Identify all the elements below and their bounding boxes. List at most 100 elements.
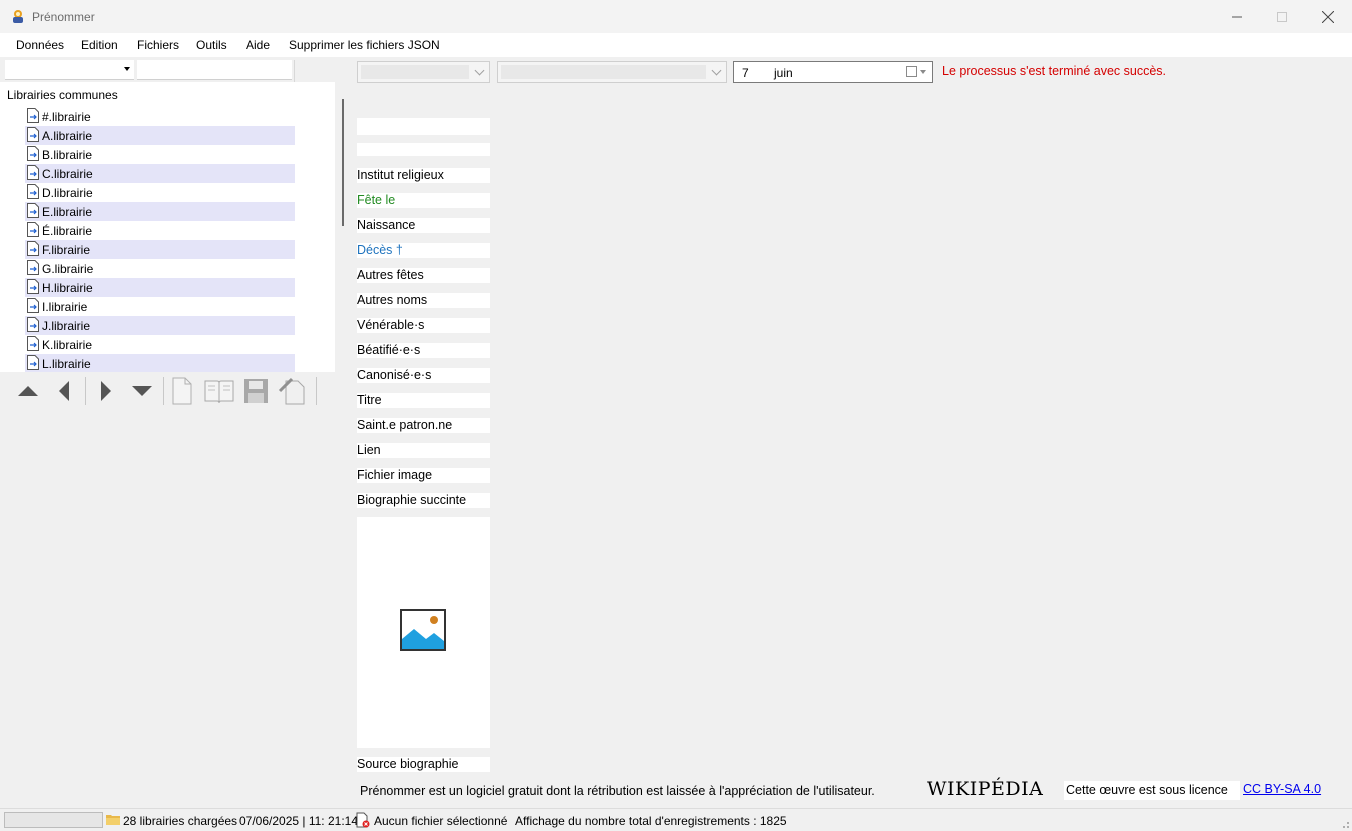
- tree-item[interactable]: B.librairie: [25, 145, 295, 164]
- tree-item-label: K.librairie: [42, 338, 93, 352]
- records-count: Affichage du nombre total d'enregistreme…: [515, 814, 787, 828]
- new-file-icon: [172, 377, 192, 405]
- field-label[interactable]: Institut religieux: [357, 168, 490, 183]
- tree-item[interactable]: F.librairie: [25, 240, 295, 259]
- name-select[interactable]: [497, 61, 727, 83]
- next-button[interactable]: [89, 375, 123, 407]
- progress-bar: [4, 812, 103, 828]
- close-icon: [1322, 10, 1334, 23]
- field-label[interactable]: Titre: [357, 393, 490, 408]
- field-label[interactable]: Saint.e patron.ne: [357, 418, 490, 433]
- tree-item[interactable]: J.librairie: [25, 316, 295, 335]
- resize-grip-icon[interactable]: [1340, 819, 1350, 829]
- library-file-icon: [27, 146, 39, 161]
- tree-item[interactable]: K.librairie: [25, 335, 295, 354]
- field-label[interactable]: Vénérable·s: [357, 318, 490, 333]
- wikipedia-logo[interactable]: WIKIPÉDIA: [927, 778, 1043, 800]
- menu-edition[interactable]: Edition: [81, 38, 118, 52]
- library-file-icon: [27, 127, 39, 142]
- arrow-up-icon: [18, 386, 38, 396]
- field-label[interactable]: Autres noms: [357, 293, 490, 308]
- library-file-icon: [27, 184, 39, 199]
- license-link[interactable]: CC BY-SA 4.0: [1243, 782, 1321, 796]
- previous-button[interactable]: [47, 375, 81, 407]
- field-label[interactable]: Autres fêtes: [357, 268, 490, 283]
- toolbar-separator: [316, 377, 317, 405]
- chevron-down-icon: [711, 65, 722, 76]
- new-file-button[interactable]: [165, 375, 199, 407]
- menu-donnees[interactable]: Données: [16, 38, 64, 52]
- date-picker[interactable]: 7 juin: [733, 61, 933, 83]
- tree-item-label: É.librairie: [42, 224, 93, 238]
- minimize-icon: [1232, 16, 1242, 17]
- app-icon: [13, 10, 23, 23]
- tree-item-label: F.librairie: [42, 243, 91, 257]
- tree-item[interactable]: É.librairie: [25, 221, 295, 240]
- tree-item[interactable]: E.librairie: [25, 202, 295, 221]
- image-preview: [357, 517, 490, 748]
- select-value: [501, 65, 706, 79]
- tree-item[interactable]: L.librairie: [25, 354, 295, 372]
- edit-file-button[interactable]: [276, 375, 310, 407]
- title-bar: Prénommer: [0, 0, 1352, 33]
- toolbar-separator: [163, 377, 164, 405]
- field-label[interactable]: Biographie succinte: [357, 493, 490, 508]
- menu-supprimer-json[interactable]: Supprimer les fichiers JSON: [289, 38, 440, 52]
- tree-item-label: L.librairie: [42, 357, 91, 371]
- libraries-loaded-count: 28 librairies chargées: [123, 814, 238, 828]
- library-search-input[interactable]: [137, 60, 292, 80]
- footer-notice: Prénommer est un logiciel gratuit dont l…: [360, 784, 875, 798]
- save-button[interactable]: [239, 375, 273, 407]
- tree-item-label: #.librairie: [42, 110, 91, 124]
- move-down-button[interactable]: [125, 375, 159, 407]
- library-filter-dropdown[interactable]: [5, 60, 134, 80]
- tree-item[interactable]: G.librairie: [25, 259, 295, 278]
- library-file-icon: [27, 355, 39, 370]
- library-file-icon: [27, 241, 39, 256]
- folder-icon: [106, 815, 120, 825]
- library-file-icon: [27, 108, 39, 123]
- menu-bar: Données Edition Fichiers Outils Aide Sup…: [0, 33, 1352, 57]
- tree-item[interactable]: H.librairie: [25, 278, 295, 297]
- field-label[interactable]: Naissance: [357, 218, 490, 233]
- tree-item[interactable]: #.librairie: [25, 107, 295, 126]
- close-button[interactable]: [1305, 0, 1351, 33]
- field-label[interactable]: Béatifié·e·s: [357, 343, 490, 358]
- library-file-icon: [27, 298, 39, 313]
- tree-item[interactable]: A.librairie: [25, 126, 295, 145]
- tree-item[interactable]: D.librairie: [25, 183, 295, 202]
- field-label[interactable]: Fichier image: [357, 468, 490, 483]
- name-field[interactable]: [357, 118, 490, 135]
- tree-root-label[interactable]: Librairies communes: [7, 88, 118, 102]
- tree-item[interactable]: I.librairie: [25, 297, 295, 316]
- arrow-left-icon: [59, 381, 69, 401]
- move-up-button[interactable]: [11, 375, 45, 407]
- field-label[interactable]: Canonisé·e·s: [357, 368, 490, 383]
- date-day: 7: [742, 66, 749, 80]
- field-label[interactable]: Lien: [357, 443, 490, 458]
- save-icon: [244, 379, 268, 403]
- dropdown-arrow-icon: [124, 67, 130, 71]
- subtitle-field[interactable]: [357, 143, 490, 156]
- field-label[interactable]: Décès †: [357, 243, 490, 258]
- arrow-down-icon: [132, 386, 152, 396]
- menu-outils[interactable]: Outils: [196, 38, 227, 52]
- tree-item-label: J.librairie: [42, 319, 91, 333]
- maximize-button[interactable]: [1259, 0, 1305, 33]
- tree-item-label: B.librairie: [42, 148, 93, 162]
- tree-scrollbar[interactable]: [342, 99, 344, 226]
- window-title: Prénommer: [32, 10, 95, 24]
- minimize-button[interactable]: [1214, 0, 1260, 33]
- field-label[interactable]: Fête le: [357, 193, 490, 208]
- menu-aide[interactable]: Aide: [246, 38, 270, 52]
- toolbar-separator: [85, 377, 86, 405]
- menu-fichiers[interactable]: Fichiers: [137, 38, 179, 52]
- tree-item[interactable]: C.librairie: [25, 164, 295, 183]
- open-library-button[interactable]: [202, 375, 236, 407]
- date-month: juin: [774, 66, 793, 80]
- source-biographie-label[interactable]: Source biographie: [357, 757, 490, 772]
- license-text: Cette œuvre est sous licence: [1066, 783, 1228, 797]
- status-bar: 28 librairies chargées 07/06/2025 | 11: …: [0, 808, 1352, 831]
- category-select[interactable]: [357, 61, 490, 83]
- library-file-icon: [27, 203, 39, 218]
